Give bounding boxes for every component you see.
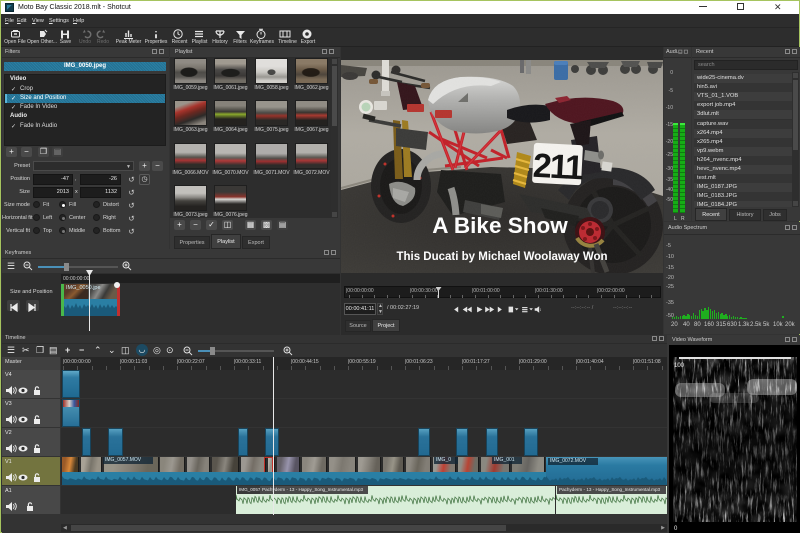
svg-text:100: 100: [674, 363, 685, 369]
svg-text:0: 0: [674, 526, 678, 532]
svg-text:A Bike Show: A Bike Show: [432, 213, 568, 238]
svg-text:This Ducati by Michael Woolawa: This Ducati by Michael Woolaway Won: [396, 251, 607, 263]
